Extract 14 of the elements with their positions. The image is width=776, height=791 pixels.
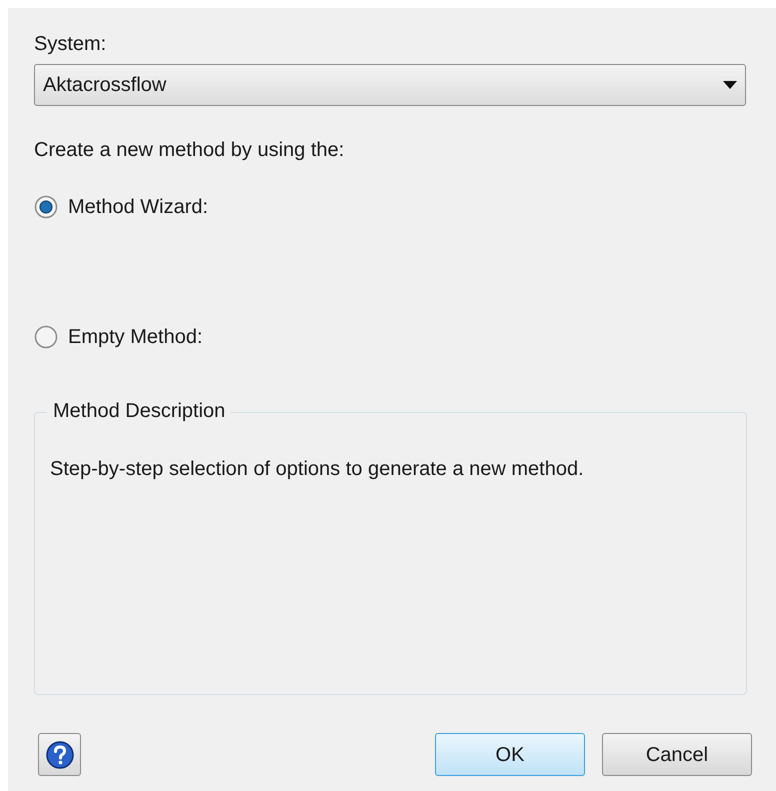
- help-icon: [44, 740, 74, 770]
- radio-selected-icon: [34, 195, 58, 219]
- radio-option[interactable]: Empty Method:: [34, 322, 203, 352]
- radio-option[interactable]: Method Wizard:: [34, 192, 208, 222]
- help-button[interactable]: [38, 733, 81, 776]
- radio-unselected-icon: [34, 325, 58, 349]
- description-text: Step-by-step selection of options to generate a new method.: [50, 457, 585, 481]
- system-label: System:: [34, 32, 106, 56]
- dropdown-value: Aktacrossflow: [43, 73, 166, 98]
- prompt-text: Create a new method by using the:: [34, 138, 344, 162]
- system-dropdown[interactable]: Aktacrossflow: [34, 64, 746, 106]
- dropdown-caret-icon: [723, 81, 737, 89]
- dialog-button[interactable]: Cancel: [602, 733, 752, 776]
- dialog-button[interactable]: OK: [435, 733, 585, 776]
